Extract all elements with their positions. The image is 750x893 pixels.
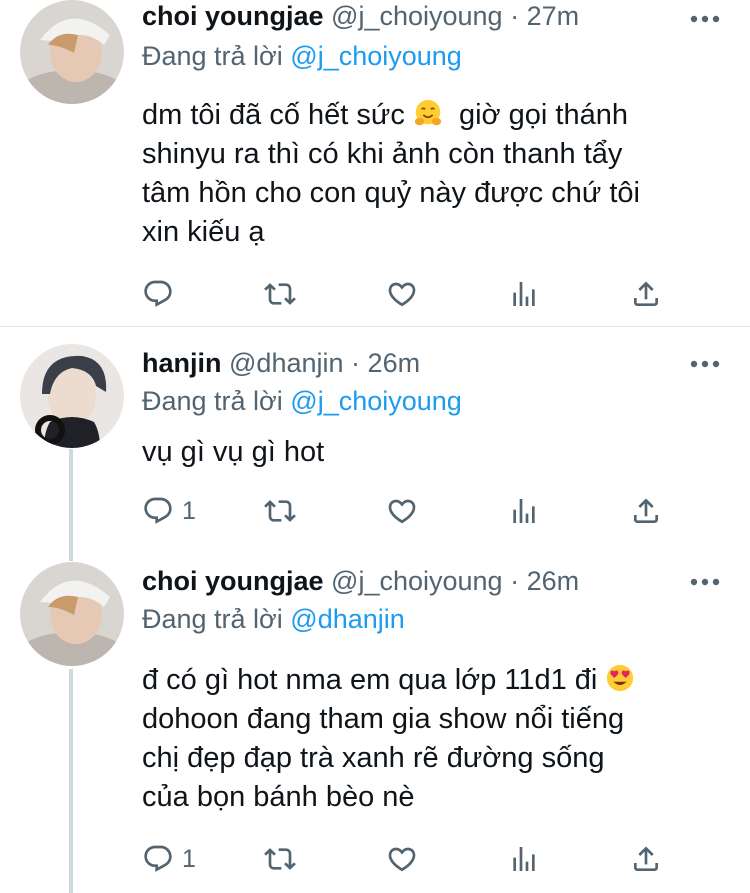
more-icon[interactable] [690,359,720,369]
timestamp[interactable]: 26m [368,348,421,378]
handle[interactable]: @j_choiyoung [331,566,503,596]
tweet-header: choi youngjae @j_choiyoung · 26m [142,565,579,597]
thread-line [69,549,73,561]
display-name[interactable]: choi youngjae [142,1,324,31]
replying-to: Đang trả lời @j_choiyoung [142,385,462,417]
avatar[interactable] [20,344,124,448]
analytics-button[interactable] [508,493,540,529]
reply-button[interactable]: 1 [142,493,196,529]
like-icon [386,278,418,310]
analytics-button[interactable] [508,841,540,877]
tweet-2[interactable]: hanjin @dhanjin · 26m Đang trả lời @j_ch… [0,327,750,549]
avatar-image [20,562,124,666]
replying-to: Đang trả lời @dhanjin [142,603,405,635]
reply-icon [142,278,174,310]
tweet-header: choi youngjae @j_choiyoung · 27m [142,0,579,32]
retweet-button[interactable] [264,493,296,529]
tweet-actions [142,276,702,312]
reply-mention[interactable]: @j_choiyoung [290,386,462,416]
tweet-text: dm tôi đã cố hết sức giờ gọi thánh shiny… [142,96,732,252]
share-button[interactable] [630,493,662,529]
reply-count: 1 [182,844,196,873]
retweet-button[interactable] [264,841,296,877]
handle[interactable]: @dhanjin [229,348,344,378]
tweet-text: đ có gì hot nma em qua lớp 11d1 đi dohoo… [142,661,732,817]
separator: · [510,1,520,31]
tweet-text: vụ gì vụ gì hot [142,436,325,468]
retweet-button[interactable] [264,276,296,312]
like-button[interactable] [386,841,418,877]
like-icon [386,843,418,875]
handle[interactable]: @j_choiyoung [331,1,503,31]
tweet-text-part-b: dohoon đang tham gia show nổi tiếng chị … [142,703,625,813]
replying-to: Đang trả lời @j_choiyoung [142,40,462,72]
share-button[interactable] [630,276,662,312]
analytics-icon [508,843,540,875]
timestamp[interactable]: 26m [527,566,580,596]
tweet-text-part-a: dm tôi đã cố hết sức [142,99,405,131]
like-button[interactable] [386,493,418,529]
hugging-face-emoji [413,98,443,128]
tweet-actions: 1 [142,841,702,877]
analytics-icon [508,278,540,310]
like-icon [386,495,418,527]
avatar-image [20,0,124,104]
tweet-header: hanjin @dhanjin · 26m [142,347,420,379]
reply-count: 1 [182,496,196,525]
tweet-1[interactable]: choi youngjae @j_choiyoung · 27m Đang tr… [0,0,750,327]
tweet-text-part-a: đ có gì hot nma em qua lớp 11d1 đi [142,664,598,696]
analytics-button[interactable] [508,276,540,312]
analytics-icon [508,495,540,527]
tweet-actions: 1 [142,493,702,529]
reply-icon [142,495,174,527]
share-icon [630,843,662,875]
share-button[interactable] [630,841,662,877]
share-icon [630,278,662,310]
more-icon[interactable] [690,577,720,587]
thread-line [69,669,73,893]
retweet-icon [264,843,296,875]
reply-button[interactable]: 1 [142,841,196,877]
like-button[interactable] [386,276,418,312]
tweet-3[interactable]: choi youngjae @j_choiyoung · 26m Đang tr… [0,549,750,893]
reply-button[interactable] [142,276,182,312]
display-name[interactable]: choi youngjae [142,566,324,596]
avatar[interactable] [20,562,124,666]
heart-eyes-emoji [605,663,635,693]
avatar[interactable] [20,0,124,104]
reply-icon [142,843,174,875]
replying-prefix: Đang trả lời [142,41,283,71]
retweet-icon [264,278,296,310]
reply-mention[interactable]: @j_choiyoung [290,41,462,71]
separator: · [510,566,520,596]
more-icon[interactable] [690,14,720,24]
share-icon [630,495,662,527]
replying-prefix: Đang trả lời [142,604,283,634]
separator: · [351,348,361,378]
avatar-image [20,344,124,448]
thread-line [69,449,73,549]
reply-mention[interactable]: @dhanjin [290,604,405,634]
replying-prefix: Đang trả lời [142,386,283,416]
retweet-icon [264,495,296,527]
timestamp[interactable]: 27m [527,1,580,31]
display-name[interactable]: hanjin [142,348,222,378]
